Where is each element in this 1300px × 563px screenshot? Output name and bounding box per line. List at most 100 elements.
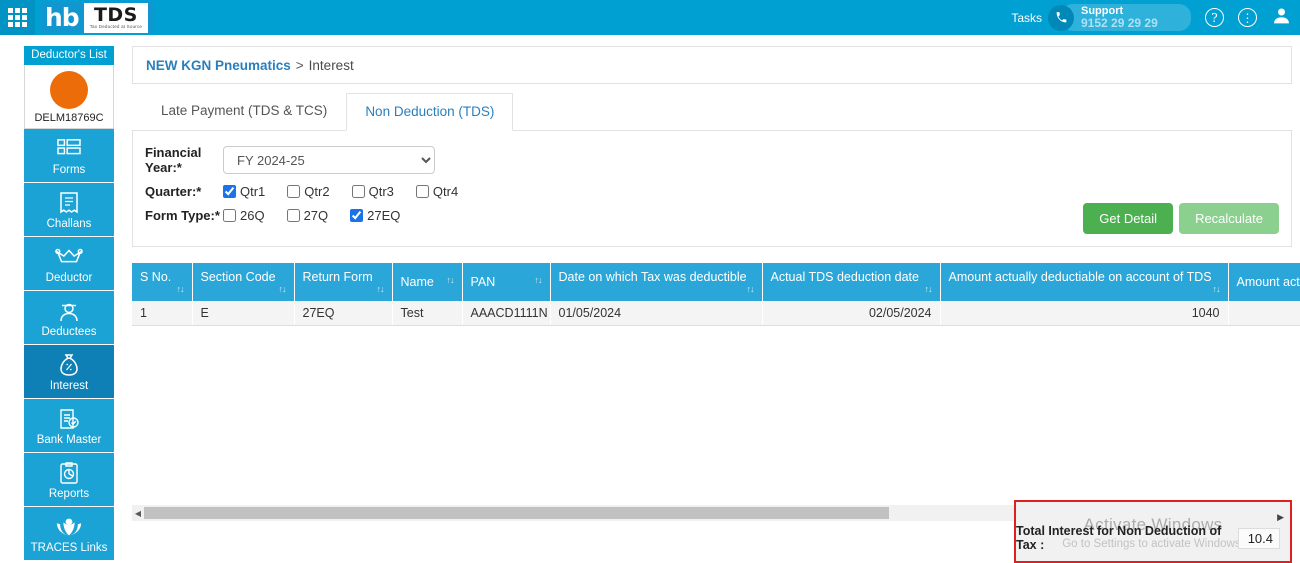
table-header-label: Amount actu xyxy=(1236,275,1300,289)
scroll-left-arrow-icon[interactable]: ◀ xyxy=(132,509,144,518)
sort-icon[interactable]: ↑↓ xyxy=(747,284,755,294)
clipboard-report-icon xyxy=(24,460,114,486)
tab-late-payment[interactable]: Late Payment (TDS & TCS) xyxy=(142,92,346,130)
grid-apps-icon xyxy=(8,8,27,27)
sidebar-item-label: Reports xyxy=(48,488,90,500)
deductor-card[interactable]: DELM18769C xyxy=(24,65,114,129)
total-interest-label: Total Interest for Non Deduction of Tax … xyxy=(1016,524,1222,552)
sidebar-item-forms[interactable]: Forms xyxy=(24,129,114,183)
table-header-cell[interactable]: Return Form ↑↓ xyxy=(294,263,393,301)
filter-panel: Financial Year:* FY 2024-25 Quarter:* Qt… xyxy=(132,130,1292,247)
quarter-checkbox-qtr4[interactable]: Qtr4 xyxy=(415,184,459,199)
sidebar-item-traces-links[interactable]: TRACES Links xyxy=(24,507,114,561)
sort-icon[interactable]: ↑↓ xyxy=(447,275,455,285)
sort-icon[interactable]: ↑↓ xyxy=(279,284,287,294)
quarter-qtr4-label: Qtr4 xyxy=(432,184,459,199)
total-interest-line: Total Interest for Non Deduction of Tax … xyxy=(1016,524,1290,552)
sidebar-item-interest[interactable]: Interest xyxy=(24,345,114,399)
table-row[interactable]: 1 E 27EQ Test AAACD1111N 01/05/2024 02/05/2024… xyxy=(132,301,1300,326)
table-head: S No. ↑↓ Section Code ↑↓ Return Form ↑↓ Name ↑↓… xyxy=(132,263,1300,301)
table-header-cell[interactable]: Amount actu↑↓ xyxy=(1228,263,1300,301)
challan-receipt-icon xyxy=(24,190,114,216)
tasks-link[interactable]: Tasks xyxy=(1011,11,1042,25)
quarter-checkbox-qtr3[interactable]: Qtr3 xyxy=(351,184,394,199)
table-header-label: Return Form xyxy=(302,270,373,284)
bank-document-icon xyxy=(24,406,114,432)
quarter-checkbox-qtr1[interactable]: Qtr1 xyxy=(223,184,265,199)
table-cell xyxy=(1228,301,1300,326)
quarter-qtr4-input[interactable] xyxy=(415,185,429,198)
table-cell: 1040 xyxy=(940,301,1229,326)
recalculate-button[interactable]: Recalculate xyxy=(1179,203,1279,234)
sort-icon[interactable]: ↑↓ xyxy=(925,284,933,294)
table-header-cell[interactable]: PAN ↑↓ xyxy=(462,263,551,301)
form-type-27eq-input[interactable] xyxy=(350,209,364,222)
form-type-26q-label: 26Q xyxy=(240,208,265,223)
table-header-cell[interactable]: Amount actually deductiable on account o… xyxy=(940,263,1229,301)
breadcrumb-link-deductor[interactable]: NEW KGN Pneumatics xyxy=(146,58,291,73)
table-header-label: Section Code xyxy=(200,270,276,284)
crown-icon xyxy=(24,244,114,270)
table-header-label: Name xyxy=(400,275,434,289)
quarter-label: Quarter:* xyxy=(145,184,202,199)
form-type-27q-label: 27Q xyxy=(303,208,329,223)
sidebar-item-challans[interactable]: Challans xyxy=(24,183,114,237)
sidebar-item-label: Interest xyxy=(49,380,89,392)
phone-icon[interactable] xyxy=(1048,4,1074,31)
logo-tds-text: TDS xyxy=(93,3,138,26)
forms-icon xyxy=(24,136,114,162)
support-block[interactable]: Support 9152 29 29 29 xyxy=(1048,2,1191,34)
table-header-cell[interactable]: Date on which Tax was deductible ↑↓ xyxy=(550,263,763,301)
table-cell: E xyxy=(192,301,295,326)
quarter-qtr2-input[interactable] xyxy=(287,185,301,198)
financial-year-row: Financial Year:* FY 2024-25 xyxy=(145,145,1277,175)
sort-icon[interactable]: ↑↓ xyxy=(377,284,385,294)
table-header-label: Date on which Tax was deductible xyxy=(558,270,747,284)
top-app-bar: hb TDS Tax Deducted at Source Tasks Supp… xyxy=(0,0,1300,35)
app-logo[interactable]: hb TDS Tax Deducted at Source xyxy=(41,1,155,34)
sidebar-item-reports[interactable]: Reports xyxy=(24,453,114,507)
form-type-checkbox-27eq[interactable]: 27EQ xyxy=(350,208,400,223)
sidebar-item-label: Forms xyxy=(52,164,86,176)
table-header-cell[interactable]: Name ↑↓ xyxy=(392,263,463,301)
table-header-cell[interactable]: Section Code ↑↓ xyxy=(192,263,295,301)
money-bag-icon xyxy=(24,352,114,378)
form-type-26q-input[interactable] xyxy=(223,209,236,222)
sidebar-item-deductor[interactable]: Deductor xyxy=(24,237,114,291)
sort-icon[interactable]: ↑↓ xyxy=(535,275,543,285)
help-icon[interactable]: ? xyxy=(1205,8,1224,27)
topbar-right-cluster: Tasks Support 9152 29 29 29 ? ⋮ xyxy=(1011,0,1300,35)
form-type-checkbox-27q[interactable]: 27Q xyxy=(286,208,329,223)
quarter-qtr1-label: Qtr1 xyxy=(240,184,266,199)
quarter-qtr1-input[interactable] xyxy=(223,185,236,198)
deductor-avatar xyxy=(50,71,88,109)
quarter-checkbox-qtr2[interactable]: Qtr2 xyxy=(287,184,330,199)
sidebar-item-bank-master[interactable]: Bank Master xyxy=(24,399,114,453)
table-header-label: Actual TDS deduction date xyxy=(770,270,919,284)
table-header-cell[interactable]: Actual TDS deduction date ↑↓ xyxy=(762,263,941,301)
sort-icon[interactable]: ↑↓ xyxy=(1213,284,1221,294)
financial-year-select[interactable]: FY 2024-25 xyxy=(223,146,435,174)
table-header-cell[interactable]: S No. ↑↓ xyxy=(132,263,193,301)
form-type-27q-input[interactable] xyxy=(286,209,300,222)
support-pill: Support 9152 29 29 29 xyxy=(1061,4,1191,31)
quarter-qtr3-input[interactable] xyxy=(351,185,365,198)
scrollbar-thumb[interactable] xyxy=(144,507,889,519)
deductors-list-header[interactable]: Deductor's List xyxy=(24,46,114,65)
scroll-right-arrow-icon-footer[interactable]: ▶ xyxy=(1277,512,1284,523)
breadcrumb-separator: > xyxy=(295,57,304,73)
table-header-row: S No. ↑↓ Section Code ↑↓ Return Form ↑↓ Name ↑↓… xyxy=(132,263,1300,301)
sidebar-item-deductees[interactable]: Deductees xyxy=(24,291,114,345)
total-interest-box: Activate Windows Go to Settings to activ… xyxy=(1014,500,1292,563)
apps-grid-button[interactable] xyxy=(0,0,35,35)
table-cell: AAACD1111N xyxy=(462,301,551,326)
form-type-27eq-label: 27EQ xyxy=(367,208,401,223)
form-type-checkbox-26q[interactable]: 26Q xyxy=(223,208,265,223)
person-icon xyxy=(24,298,114,324)
sort-icon[interactable]: ↑↓ xyxy=(177,284,185,294)
sidebar-item-label: Deductor xyxy=(45,272,93,284)
get-detail-button[interactable]: Get Detail xyxy=(1083,203,1174,234)
tab-non-deduction[interactable]: Non Deduction (TDS) xyxy=(346,93,514,131)
info-icon[interactable]: ⋮ xyxy=(1238,8,1257,27)
user-avatar-icon[interactable] xyxy=(1271,5,1292,30)
